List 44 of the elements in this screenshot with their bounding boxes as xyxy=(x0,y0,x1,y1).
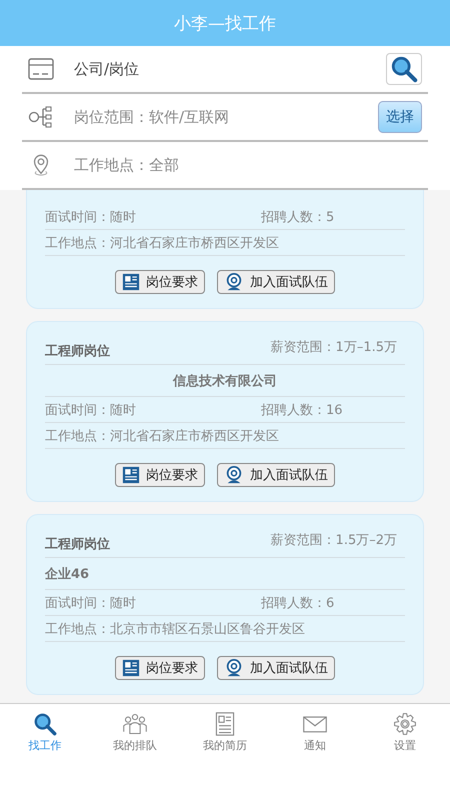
hierarchy-icon xyxy=(28,105,54,129)
tab[interactable]: 设置 xyxy=(360,712,450,753)
salary-range: 薪资范围：1.5万–2万 xyxy=(270,532,397,549)
requirements-button[interactable]: 岗位要求 xyxy=(115,656,205,680)
filter-text[interactable]: 工作地点：全部 xyxy=(74,156,428,174)
document-icon xyxy=(122,659,140,677)
job-title: 工程师岗位 xyxy=(45,343,110,360)
people-icon xyxy=(122,712,148,736)
document-icon xyxy=(122,466,140,484)
interview-time: 面试时间：随时 xyxy=(45,594,137,612)
webcam-icon xyxy=(224,659,244,677)
job-title: 工程师岗位 xyxy=(45,536,110,553)
settings-icon xyxy=(392,712,418,736)
headcount: 招聘人数：16 xyxy=(261,402,343,418)
tab[interactable]: 找工作 xyxy=(0,712,90,753)
tab[interactable]: 通知 xyxy=(270,712,360,753)
work-location: 工作地点：河北省石家庄市桥西区开发区 xyxy=(45,234,279,252)
search-icon xyxy=(32,712,58,736)
work-location: 工作地点：河北省石家庄市桥西区开发区 xyxy=(45,428,279,444)
join-queue-button[interactable]: 加入面试队伍 xyxy=(217,463,335,487)
search-icon xyxy=(390,55,418,83)
search-button[interactable] xyxy=(386,53,422,85)
filter-text[interactable]: 岗位范围：软件/互联网 xyxy=(74,108,378,126)
card-icon xyxy=(28,57,54,81)
work-location: 工作地点：北京市市辖区石景山区鲁谷开发区 xyxy=(45,620,305,638)
company-name: 信息技术有限公司 xyxy=(173,372,277,390)
tab[interactable]: 我的简历 xyxy=(180,712,270,753)
tab[interactable]: 我的排队 xyxy=(90,712,180,753)
join-queue-button[interactable]: 加入面试队伍 xyxy=(217,270,335,294)
filter-text[interactable]: 公司/岗位 xyxy=(74,60,386,78)
headcount: 招聘人数：6 xyxy=(261,594,334,612)
company-name: 企业46 xyxy=(45,566,90,582)
requirements-button[interactable]: 岗位要求 xyxy=(115,270,205,294)
interview-time: 面试时间：随时 xyxy=(45,208,137,226)
salary-range: 薪资范围：1万–1.5万 xyxy=(270,339,397,356)
headcount: 招聘人数：5 xyxy=(261,208,334,226)
webcam-icon xyxy=(224,273,244,291)
join-queue-button[interactable]: 加入面试队伍 xyxy=(217,656,335,680)
select-button[interactable]: 选择 xyxy=(378,101,422,133)
interview-time: 面试时间：随时 xyxy=(45,402,137,418)
document-icon xyxy=(122,273,140,291)
webcam-icon xyxy=(224,466,244,484)
page-title: 小李—找工作 xyxy=(174,12,276,34)
requirements-button[interactable]: 岗位要求 xyxy=(115,463,205,487)
